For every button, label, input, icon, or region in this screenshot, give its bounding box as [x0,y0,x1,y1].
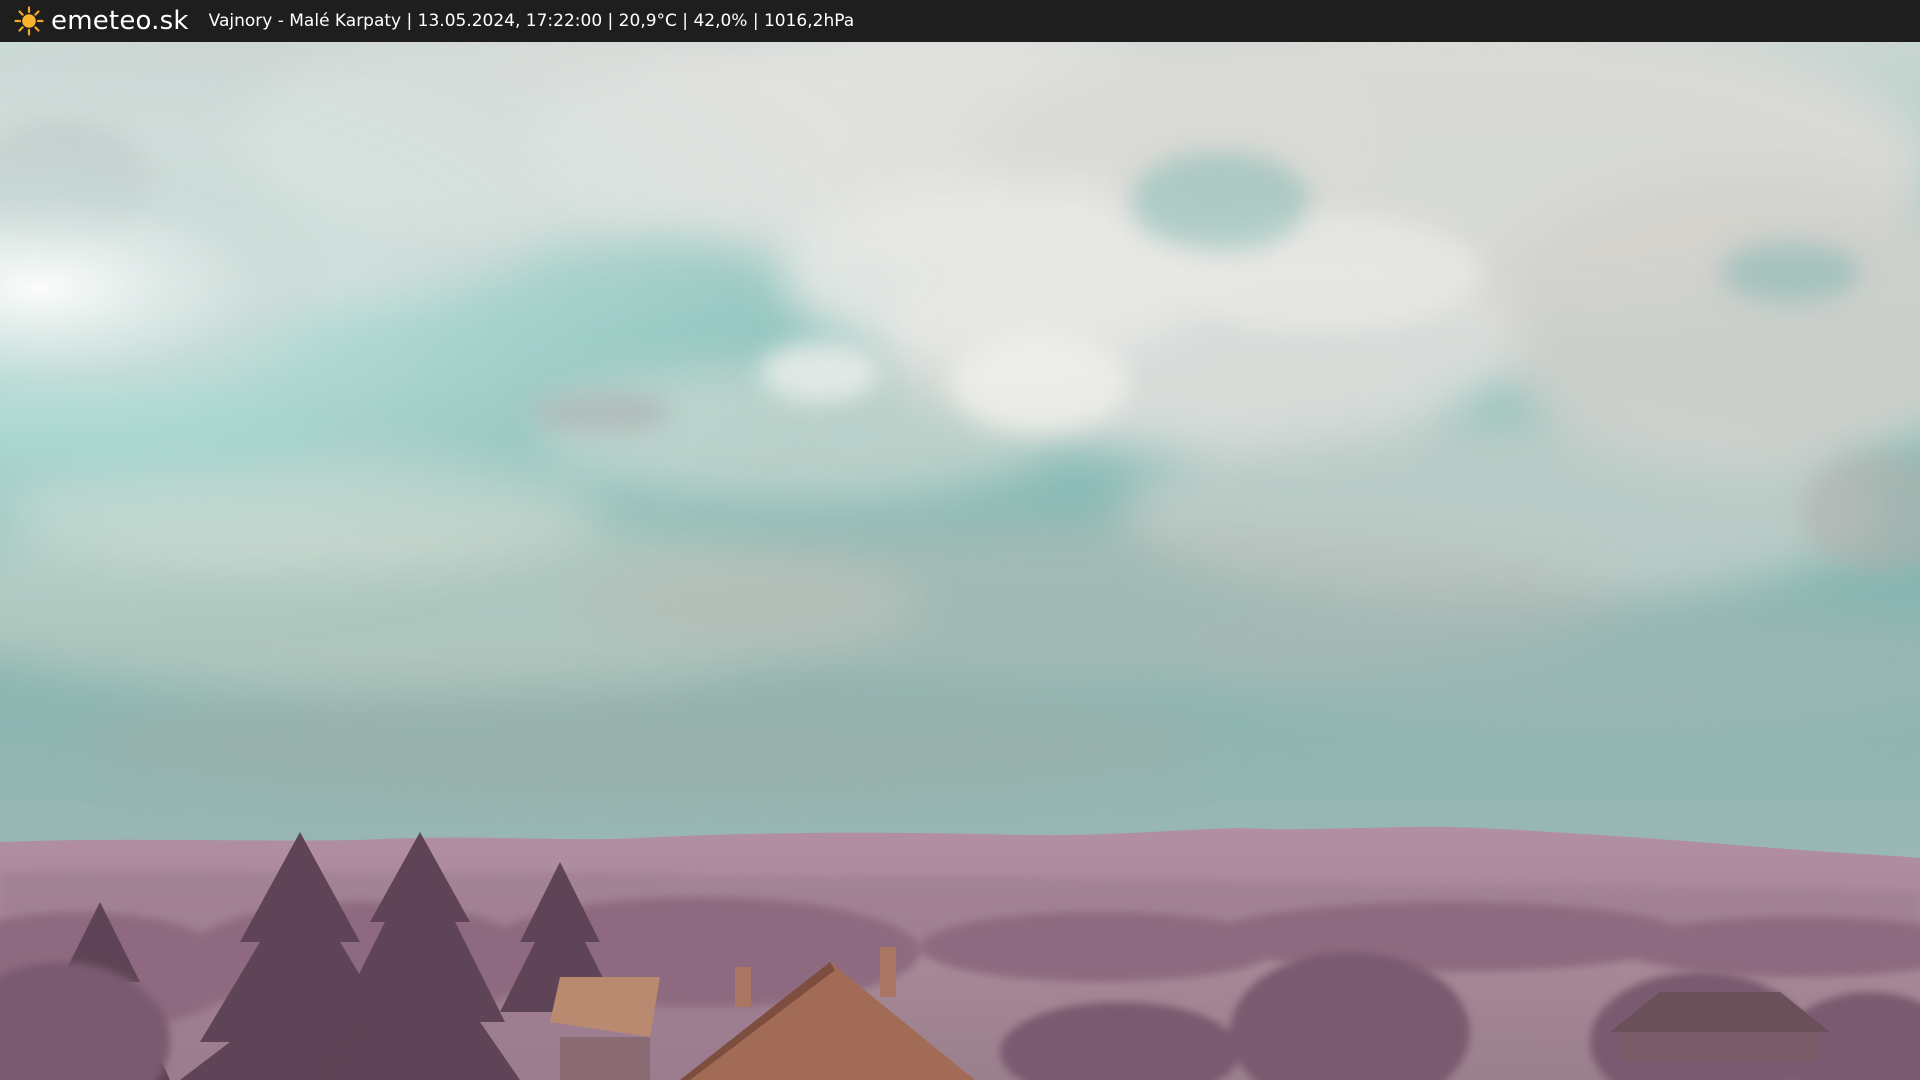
chimney [735,967,751,1007]
emeteo-logo[interactable]: emeteo.sk [14,0,189,42]
sun-glare [0,42,1920,862]
sun-icon [14,6,44,36]
station-caption: Vajnory - Malé Karpaty | 13.05.2024, 17:… [208,11,855,31]
webcam-image [0,42,1920,1080]
logo-text: emeteo.sk [51,6,189,36]
webcam-frame: emeteo.sk Vajnory - Malé Karpaty | 13.05… [0,0,1920,1080]
chimney [880,947,896,997]
info-bar: emeteo.sk Vajnory - Malé Karpaty | 13.05… [0,0,1920,42]
